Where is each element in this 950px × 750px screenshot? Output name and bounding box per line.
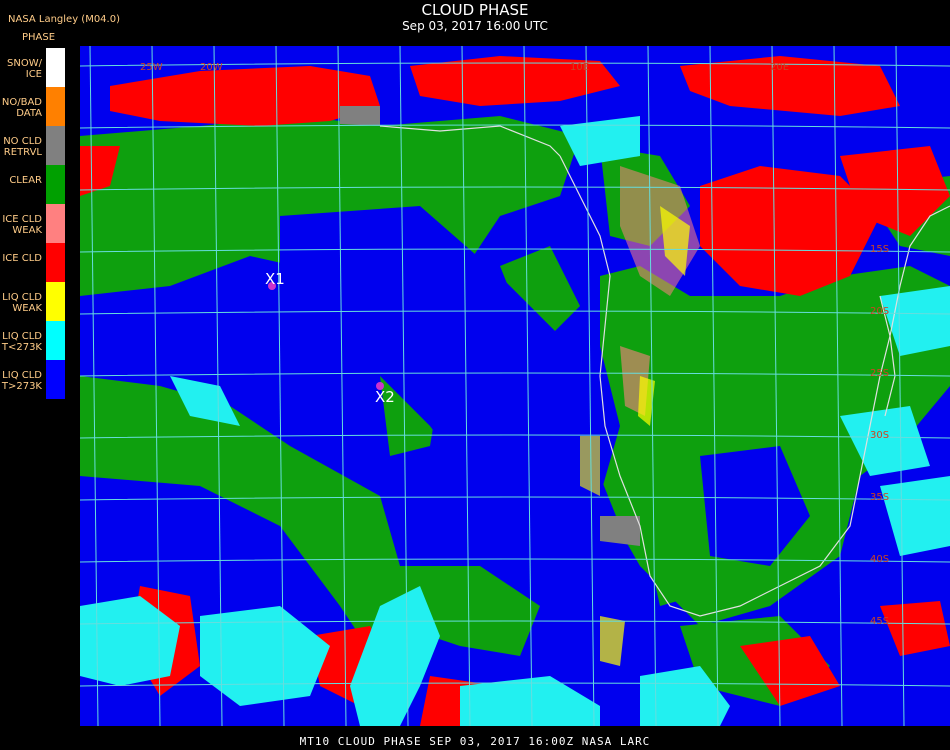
svg-text:20W: 20W <box>200 62 223 73</box>
marker-x2-label: X2 <box>375 388 395 406</box>
legend-swatch <box>46 48 65 87</box>
legend-label: NO/BAD DATA <box>1 97 42 119</box>
marker-x1-label: X1 <box>265 270 285 288</box>
svg-text:20E: 20E <box>770 62 789 73</box>
legend-swatch <box>46 282 65 321</box>
legend-swatch <box>46 87 65 126</box>
legend-title: PHASE <box>22 32 56 43</box>
map-footer: MT10 CLOUD PHASE SEP 03, 2017 16:00Z NAS… <box>299 735 651 748</box>
svg-text:25W: 25W <box>140 62 163 73</box>
legend-item: NO/BAD DATA <box>0 87 66 126</box>
legend-label: SNOW/ ICE <box>7 58 42 80</box>
legend-swatch <box>46 165 65 204</box>
legend-item: SNOW/ ICE <box>0 48 66 87</box>
legend-swatch <box>46 126 65 165</box>
legend-label: ICE CLD WEAK <box>2 214 42 236</box>
legend-item: ICE CLD WEAK <box>0 204 66 243</box>
legend-label: CLEAR <box>9 175 42 186</box>
legend-swatch <box>46 360 65 399</box>
legend-label: LIQ CLD T>273K <box>1 370 42 392</box>
svg-text:20S: 20S <box>870 306 889 317</box>
svg-text:45S: 45S <box>870 616 889 627</box>
map-subtitle: Sep 03, 2017 16:00 UTC <box>402 19 548 33</box>
svg-text:15S: 15S <box>870 244 889 255</box>
legend-item: CLEAR <box>0 165 66 204</box>
legend-swatch <box>46 321 65 360</box>
legend-label: LIQ CLD WEAK <box>2 292 42 314</box>
svg-text:10E: 10E <box>570 62 589 73</box>
legend-item: NO CLD RETRVL <box>0 126 66 165</box>
legend-label: LIQ CLD T<273K <box>1 331 42 353</box>
legend-swatch <box>46 204 65 243</box>
cloud-phase-map: 15S 20S 25S 30S 35S 40S 45S 25W 20W 10E … <box>80 46 950 726</box>
legend-item: ICE CLD <box>0 243 66 282</box>
legend-swatch <box>46 243 65 282</box>
legend-item: LIQ CLD T<273K <box>0 321 66 360</box>
legend-label: ICE CLD <box>2 253 42 264</box>
legend-item: LIQ CLD T>273K <box>0 360 66 399</box>
svg-text:30S: 30S <box>870 430 889 441</box>
svg-text:35S: 35S <box>870 492 889 503</box>
map-title: CLOUD PHASE <box>421 1 529 19</box>
marker-x1: X1 <box>265 270 285 290</box>
svg-text:40S: 40S <box>870 554 889 565</box>
svg-text:25S: 25S <box>870 368 889 379</box>
legend-item: LIQ CLD WEAK <box>0 282 66 321</box>
legend-label: NO CLD RETRVL <box>3 136 42 158</box>
